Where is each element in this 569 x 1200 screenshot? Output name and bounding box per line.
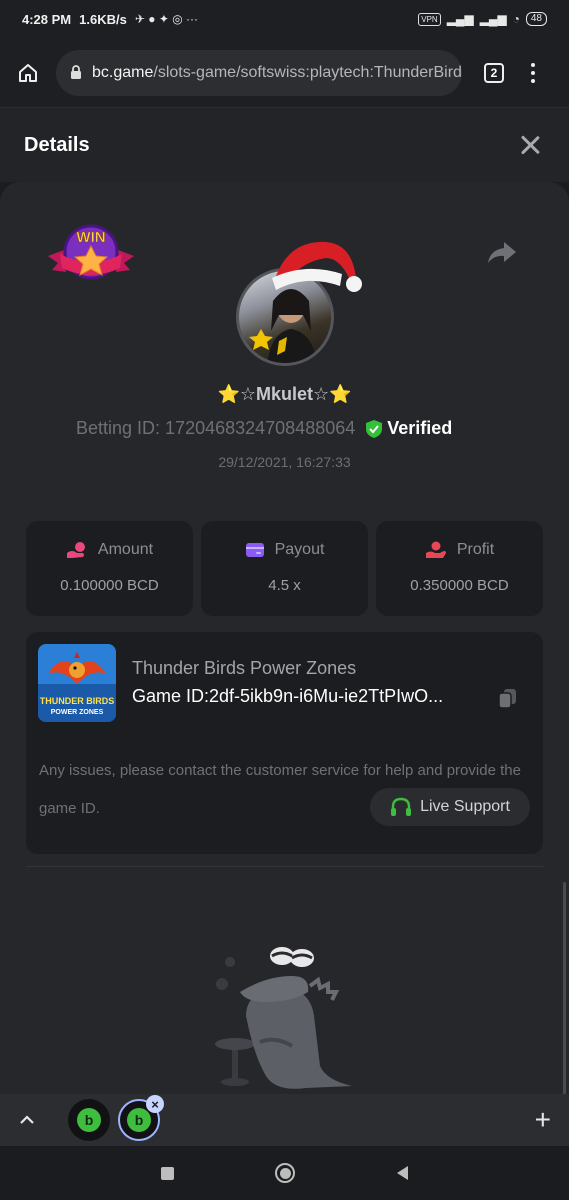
payout-icon [245,543,264,557]
stat-card-profit: Profit 0.350000 BCD [376,521,543,616]
stat-value: 0.100000 BCD [60,577,159,594]
tab-strip: b b × + [0,1094,569,1146]
bet-stats: Amount 0.100000 BCD Payout 4.5 x Profit … [26,521,543,616]
close-button[interactable] [519,134,541,156]
game-thumbnail[interactable]: THUNDER BIRDS POWER ZONES [38,644,116,722]
stat-value: 0.350000 BCD [410,577,509,594]
verified-badge: Verified [365,418,452,439]
stat-label: Profit [456,541,495,558]
svg-text:THUNDER BIRDS: THUNDER BIRDS [40,696,115,706]
share-icon[interactable] [486,238,518,266]
url-input[interactable]: bc.game/slots-game/softswiss:playtech:Th… [56,49,462,96]
stat-value: 4.5 x [268,577,301,594]
stat-label: Payout [274,541,325,558]
details-header: Details [0,108,569,182]
amount-icon [66,542,85,558]
status-bar: 4:28 PM 1.6KB/s ✈ ● ✦ ◎ ··· VPN ▂▄▆ ▂▄▆ … [0,0,569,38]
home-nav-button[interactable] [275,1163,296,1183]
game-id: Game ID:2df-5ikb9n-i6Mu-ie2TtPIwO... [132,686,444,706]
home-button[interactable] [0,38,56,108]
url-text: bc.game/slots-game/softswiss:playtech:Th… [92,63,462,81]
game-card: THUNDER BIRDS POWER ZONES Thunder Birds … [26,632,543,854]
back-button[interactable] [397,1166,409,1180]
page-title: Details [24,133,90,156]
browser-menu-button[interactable] [530,62,536,83]
svg-text:POWER ZONES: POWER ZONES [51,709,104,716]
copy-icon[interactable] [496,686,520,710]
lock-icon [70,65,92,80]
collapse-tabs-button[interactable] [0,1115,54,1125]
betting-id: Betting ID: 1720468324708488064 [76,418,356,438]
battery-icon: 48 [525,12,547,26]
profit-icon [425,541,446,558]
browser-tab[interactable]: b [68,1099,110,1141]
verified-shield-icon [366,419,383,438]
thunder-birds-art: THUNDER BIRDS POWER ZONES [38,644,116,722]
close-tab-icon[interactable]: × [146,1095,164,1113]
svg-text:WIN: WIN [76,229,105,246]
system-nav-bar [0,1146,569,1200]
tab-switcher-button[interactable]: 2 [484,62,504,83]
verified-label: Verified [387,418,453,438]
status-time: 4:28 PM [22,11,72,27]
home-icon [19,63,37,82]
stat-card-amount: Amount 0.100000 BCD [26,521,193,616]
wifi-icon: ◔ [512,12,520,26]
recents-button[interactable] [160,1166,174,1180]
game-name[interactable]: Thunder Birds Power Zones [132,658,356,679]
divider [26,866,543,867]
bc-logo-icon: b [77,1108,101,1132]
browser-tab-active[interactable]: b × [118,1095,164,1141]
betting-id-row: Betting ID: 1720468324708488064 Verified [76,418,452,439]
player-username: ⭐☆Mkulet☆⭐ [217,384,352,404]
live-support-button[interactable]: Live Support [370,788,530,826]
vpn-icon: VPN [418,12,441,26]
signal-icon: ▂▄▆ [446,12,474,26]
crocodile-mascot-icon [215,947,352,1089]
new-tab-button[interactable]: + [535,1104,551,1136]
scrollbar[interactable] [563,882,566,1094]
santa-hat-icon [272,241,362,292]
win-badge-icon: WIN [48,224,134,280]
signal-icon-2: ▂▄▆ [479,12,507,26]
stat-card-payout: Payout 4.5 x [201,521,368,616]
bc-logo-icon: b [127,1108,151,1132]
live-support-label: Live Support [420,798,510,815]
status-net-speed: 1.6KB/s [79,11,127,27]
stat-label: Amount [97,541,154,558]
chevron-up-icon [20,1115,34,1124]
browser-toolbar: bc.game/slots-game/softswiss:playtech:Th… [0,38,569,108]
bet-timestamp: 29/12/2021, 16:27:33 [218,454,351,470]
headset-icon [391,797,412,816]
notification-icons: ✈ ● ✦ ◎ ··· [134,12,198,26]
bet-details-panel: WIN ⭐☆Mkulet☆⭐ Betting ID: 1720468324708… [0,182,569,1094]
